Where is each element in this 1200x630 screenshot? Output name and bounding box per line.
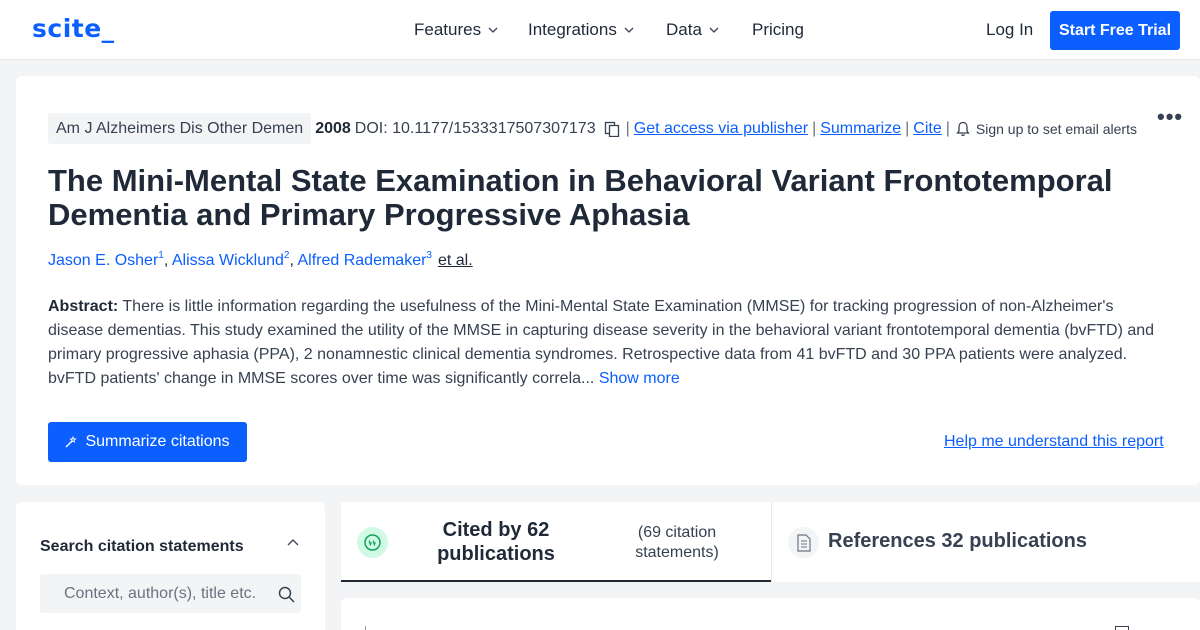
document-icon xyxy=(788,527,819,558)
publication-year: 2008 xyxy=(315,119,351,137)
paper-title: The Mini-Mental State Examination in Beh… xyxy=(48,163,1113,232)
author-link[interactable]: Jason E. Osher1 xyxy=(48,250,164,269)
separator: | xyxy=(905,119,910,137)
start-free-trial-button[interactable]: Start Free Trial xyxy=(1050,11,1180,50)
top-nav: scite_ Features Integrations Data Pricin… xyxy=(0,0,1200,60)
cite-link[interactable]: Cite xyxy=(913,120,941,138)
et-al-link[interactable]: et al. xyxy=(438,252,473,269)
separator: , xyxy=(163,252,172,269)
publisher-access-link[interactable]: Get access via publisher xyxy=(634,120,808,138)
nav-data-label: Data xyxy=(666,20,702,39)
chevron-down-icon xyxy=(624,27,634,33)
nav-pricing[interactable]: Pricing xyxy=(752,20,804,40)
email-alerts-link[interactable]: Sign up to set email alerts xyxy=(976,121,1137,137)
tab-references[interactable]: References 32 publications xyxy=(771,502,1200,582)
doi: DOI: 10.1177/1533317507307173 xyxy=(354,119,596,137)
copy-icon[interactable] xyxy=(604,121,620,137)
author-link[interactable]: Alfred Rademaker3 xyxy=(297,250,432,269)
chevron-up-icon[interactable] xyxy=(286,536,300,550)
citation-tabs: Cited by 62 publications (69 citation st… xyxy=(341,502,1200,582)
summarize-citations-label: Summarize citations xyxy=(85,433,230,450)
divider xyxy=(365,626,366,630)
nav-pricing-label: Pricing xyxy=(752,20,804,39)
show-more-link[interactable]: Show more xyxy=(599,370,680,387)
separator: | xyxy=(625,119,630,137)
bell-icon[interactable] xyxy=(956,121,970,137)
chevron-down-icon xyxy=(488,27,498,33)
summarize-citations-button[interactable]: Summarize citations xyxy=(48,422,247,462)
search-citations-panel: Search citation statements xyxy=(16,502,325,630)
author-name: Alissa Wicklund xyxy=(171,252,284,269)
citation-search-input[interactable] xyxy=(40,574,301,613)
more-options-icon[interactable]: ••• xyxy=(1157,104,1183,130)
author-list: Jason E. Osher1, Alissa Wicklund2, Alfre… xyxy=(48,250,473,270)
citations-list-panel xyxy=(341,598,1200,630)
summarize-link[interactable]: Summarize xyxy=(820,120,901,138)
quote-icon xyxy=(357,527,388,558)
paper-card: Am J Alzheimers Dis Other Demen 2008 DOI… xyxy=(16,76,1200,485)
nav-data[interactable]: Data xyxy=(666,20,720,40)
login-link[interactable]: Log In xyxy=(986,20,1033,40)
chevron-down-icon xyxy=(709,27,719,33)
author-name: Jason E. Osher xyxy=(48,252,159,269)
paper-meta: Am J Alzheimers Dis Other Demen 2008 DOI… xyxy=(48,113,1137,144)
help-understand-report-link[interactable]: Help me understand this report xyxy=(944,433,1164,451)
document-icon xyxy=(1115,626,1129,630)
nav-integrations[interactable]: Integrations xyxy=(528,20,635,40)
scite-logo[interactable]: scite_ xyxy=(32,14,115,43)
abstract-label: Abstract: xyxy=(48,298,119,315)
search-icon[interactable] xyxy=(278,586,295,603)
tab-cited-by[interactable]: Cited by 62 publications (69 citation st… xyxy=(341,502,771,582)
magic-wand-icon xyxy=(66,436,78,448)
abstract: Abstract: There is little information re… xyxy=(48,295,1158,391)
journal-badge: Am J Alzheimers Dis Other Demen xyxy=(48,113,312,144)
nav-integrations-label: Integrations xyxy=(528,20,617,39)
author-name: Alfred Rademaker xyxy=(297,252,427,269)
references-count: References 32 publications xyxy=(828,530,1087,552)
nav-features-label: Features xyxy=(414,20,482,39)
citation-statements-count: (69 citation statements) xyxy=(635,524,719,561)
author-link[interactable]: Alissa Wicklund2 xyxy=(171,250,290,269)
separator: | xyxy=(945,119,950,137)
search-panel-title: Search citation statements xyxy=(40,538,244,555)
separator: | xyxy=(812,119,817,137)
author-affiliation: 3 xyxy=(426,250,432,261)
nav-features[interactable]: Features xyxy=(414,20,499,40)
cited-by-count: Cited by 62 publications xyxy=(437,519,555,565)
